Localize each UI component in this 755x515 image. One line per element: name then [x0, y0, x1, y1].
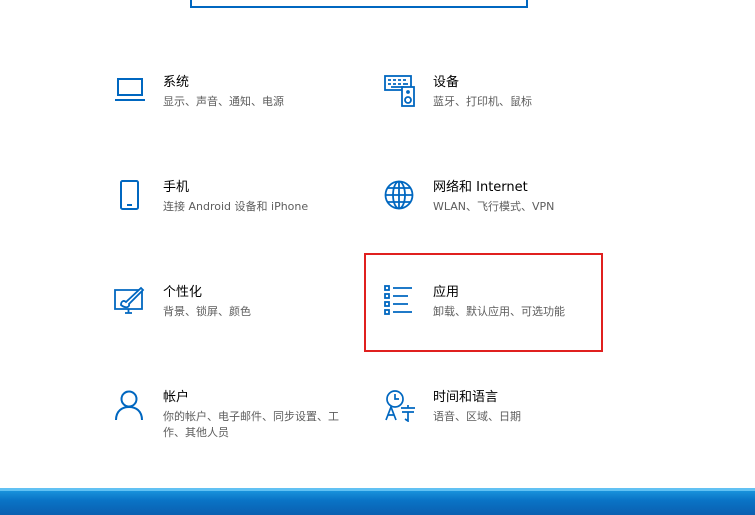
search-input[interactable] — [190, 0, 528, 8]
tile-phone[interactable]: 手机 连接 Android 设备和 iPhone — [114, 180, 354, 240]
tile-title: 个性化 — [163, 285, 203, 300]
keyboard-speaker-icon — [384, 75, 416, 107]
person-icon — [114, 390, 146, 422]
tile-system[interactable]: 系统 显示、声音、通知、电源 — [114, 75, 354, 135]
tile-description: 语音、区域、日期 — [433, 410, 521, 423]
apps-list-icon — [384, 285, 416, 317]
tile-devices[interactable]: 设备 蓝牙、打印机、鼠标 — [384, 75, 624, 135]
tile-apps[interactable]: 应用 卸载、默认应用、可选功能 — [384, 285, 624, 345]
tile-description: 连接 Android 设备和 iPhone — [163, 200, 309, 213]
tile-description: 背景、锁屏、颜色 — [163, 305, 251, 318]
tile-title: 网络和 Internet — [433, 180, 528, 195]
time-language-icon — [384, 390, 416, 422]
tile-description: 显示、声音、通知、电源 — [163, 95, 284, 108]
tile-title: 时间和语言 — [433, 390, 499, 405]
tile-network[interactable]: 网络和 Internet WLAN、飞行模式、VPN — [384, 180, 624, 240]
tile-personalization[interactable]: 个性化 背景、锁屏、颜色 — [114, 285, 354, 345]
tile-title: 帐户 — [163, 390, 190, 405]
laptop-icon — [114, 75, 146, 107]
tile-description: 蓝牙、打印机、鼠标 — [433, 95, 532, 108]
tile-title: 手机 — [163, 180, 190, 195]
tile-accounts[interactable]: 帐户 你的帐户、电子邮件、同步设置、工作、其他人员 — [114, 390, 354, 450]
tile-description: WLAN、飞行模式、VPN — [433, 200, 555, 213]
paint-icon — [114, 285, 146, 317]
globe-icon — [384, 180, 416, 212]
tile-title: 系统 — [163, 75, 190, 90]
phone-icon — [114, 180, 146, 212]
tile-description: 卸载、默认应用、可选功能 — [433, 305, 565, 318]
tile-title: 设备 — [433, 75, 460, 90]
tile-title: 应用 — [433, 285, 460, 300]
tile-description: 你的帐户、电子邮件、同步设置、工作、其他人员 — [163, 410, 339, 439]
taskbar[interactable] — [0, 488, 755, 515]
tile-time-language[interactable]: 时间和语言 语音、区域、日期 — [384, 390, 624, 450]
